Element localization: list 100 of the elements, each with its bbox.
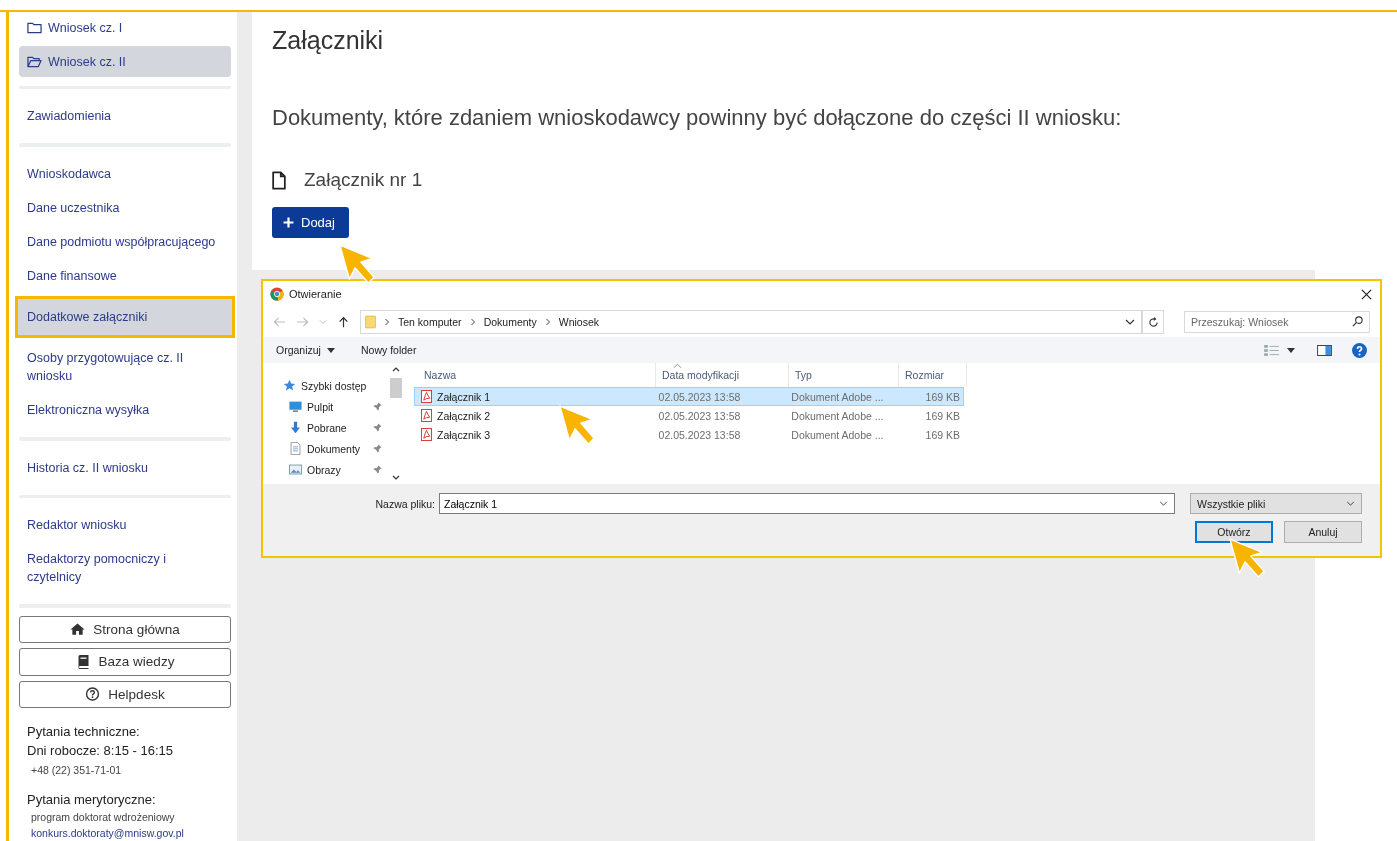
breadcrumb[interactable]: Ten komputer	[398, 316, 462, 328]
file-name: Załącznik 2	[437, 409, 491, 422]
up-arrow-icon[interactable]	[337, 316, 350, 328]
phone-number: +48 (22) 351-71-01	[31, 764, 123, 776]
file-size: 169 KB	[924, 390, 961, 403]
sort-caret-icon[interactable]	[673, 363, 682, 369]
document-icon	[272, 170, 286, 190]
sidebar-item[interactable]: Dane uczestnika	[19, 191, 231, 225]
file-size: 169 KB	[924, 428, 961, 441]
chevron-icon	[544, 318, 551, 326]
image-icon	[289, 463, 302, 476]
cancel-button[interactable]: Anuluj	[1284, 521, 1362, 543]
chevron-icon	[384, 318, 390, 326]
dropdown-caret-icon	[1346, 501, 1355, 506]
scroll-down-icon[interactable]	[392, 475, 400, 480]
folder-nav-item[interactable]: Wniosek cz. II	[19, 46, 231, 77]
sidebar-item[interactable]: Wnioskodawca	[19, 157, 231, 191]
breadcrumb[interactable]: Dokumenty	[483, 316, 537, 328]
close-icon[interactable]	[1361, 288, 1372, 300]
dropdown-caret-icon[interactable]	[326, 347, 335, 353]
organize-menu[interactable]: Organizuj	[276, 344, 321, 356]
refresh-button[interactable]	[1142, 310, 1164, 334]
file-type-dropdown[interactable]: Wszystkie pliki	[1190, 493, 1362, 514]
sidebar-item[interactable]: Zawiadomienia	[19, 99, 231, 134]
add-button[interactable]: Dodaj	[272, 207, 349, 238]
sidebar-item[interactable]: Dane podmiotu współpracującego	[19, 225, 231, 259]
sidebar-item[interactable]: Redaktorzy pomocniczy i czytelnicy	[19, 542, 231, 595]
file-name-label: Nazwa pliku:	[375, 497, 435, 510]
helpdesk-button[interactable]: Helpdesk	[19, 680, 231, 708]
scrollbar-thumb[interactable]	[390, 378, 402, 398]
address-bar[interactable]: Ten komputer Dokumenty Wniosek	[360, 310, 1142, 334]
scroll-up-icon[interactable]	[392, 367, 400, 372]
file-type: Dokument Adobe ...	[790, 409, 885, 422]
view-options-icon[interactable]	[1264, 344, 1279, 356]
home-icon	[70, 622, 86, 637]
pin-icon[interactable]	[373, 402, 382, 411]
file-date: 02.05.2023 13:58	[657, 409, 742, 422]
sidebar-item[interactable]: Dane finansowe	[19, 259, 231, 293]
file-type: Dokument Adobe ...	[790, 428, 885, 441]
document-icon	[289, 442, 302, 455]
knowledge-base-button[interactable]: Baza wiedzy	[19, 648, 231, 676]
folder-icon	[365, 315, 376, 329]
search-icon	[1352, 316, 1363, 327]
search-field[interactable]: Przeszukaj: Wniosek	[1184, 311, 1370, 333]
new-folder-button[interactable]: Nowy folder	[360, 344, 417, 356]
breadcrumb[interactable]: Wniosek	[558, 316, 599, 328]
pdf-file-icon	[421, 409, 432, 422]
navigation-item[interactable]: Dokumenty	[283, 438, 388, 459]
sidebar-item[interactable]: Dodatkowe załączniki	[18, 299, 232, 335]
attachment-name: Załącznik nr 1	[304, 169, 423, 191]
dropdown-caret-icon[interactable]	[1287, 347, 1295, 353]
file-row[interactable]: Załącznik 3 02.05.2023 13:58 Dokument Adobe ... 169 KB	[414, 425, 964, 444]
file-name-field[interactable]: Załącznik 1	[439, 493, 1175, 514]
pdf-file-icon	[421, 390, 432, 403]
sidebar-item[interactable]: Elektroniczna wysyłka	[19, 393, 231, 427]
navigation-item[interactable]: Szybki dostęp	[283, 375, 388, 396]
contact-heading: Pytania techniczne:	[27, 723, 141, 741]
open-button[interactable]: Otwórz	[1195, 521, 1273, 543]
contact-heading: Pytania merytoryczne:	[27, 791, 157, 809]
sidebar-item[interactable]: Osoby przygotowujące cz. II wniosku	[19, 341, 231, 393]
file-date: 02.05.2023 13:58	[657, 390, 742, 403]
help-icon	[85, 687, 101, 702]
home-button[interactable]: Strona główna	[19, 615, 231, 644]
open-folder-icon	[27, 55, 42, 68]
file-date: 02.05.2023 13:58	[657, 428, 742, 441]
chevron-icon	[469, 318, 476, 326]
monitor-icon	[289, 400, 302, 413]
navigation-item[interactable]: Pobrane	[283, 417, 388, 438]
navigation-item[interactable]: Pulpit	[283, 396, 388, 417]
sidebar-item[interactable]: Redaktor wniosku	[19, 508, 231, 543]
preview-pane-icon[interactable]	[1317, 344, 1332, 356]
pin-icon[interactable]	[373, 465, 382, 474]
description: Dokumenty, które zdaniem wnioskodawcy powinny być dołączone do części II wniosku:	[272, 105, 1123, 131]
browser-icon	[270, 287, 284, 301]
pin-icon[interactable]	[373, 423, 382, 432]
dropdown-caret-icon[interactable]	[1125, 319, 1135, 325]
file-type: Dokument Adobe ...	[790, 390, 885, 403]
dialog-title: Otwieranie	[289, 288, 342, 300]
help-icon[interactable]	[1352, 342, 1367, 358]
file-name: Załącznik 3	[437, 428, 491, 441]
email-link[interactable]: konkurs.doktoraty@mnisw.gov.pl	[31, 825, 231, 841]
dropdown-caret-icon	[1159, 501, 1168, 506]
sidebar-item[interactable]: Historia cz. II wniosku	[19, 450, 231, 485]
plus-icon	[283, 217, 294, 228]
file-row[interactable]: Załącznik 1 02.05.2023 13:58 Dokument Adobe ... 169 KB	[414, 387, 964, 406]
book-icon	[75, 654, 91, 669]
program-name: program doktorat wdrożeniowy	[31, 810, 176, 825]
folder-nav-item[interactable]: Wniosek cz. I	[19, 16, 231, 40]
file-row[interactable]: Załącznik 2 02.05.2023 13:58 Dokument Adobe ... 169 KB	[414, 406, 964, 425]
working-hours: Dni robocze: 8:15 - 16:15	[27, 742, 174, 760]
download-arrow-icon	[289, 421, 302, 434]
file-size: 169 KB	[924, 409, 961, 422]
page-title: Załączniki	[272, 26, 385, 55]
navigation-item[interactable]: Obrazy	[283, 459, 388, 480]
refresh-icon	[1147, 316, 1159, 328]
pin-icon[interactable]	[373, 444, 382, 453]
star-icon	[283, 379, 296, 392]
pdf-file-icon	[421, 428, 432, 441]
file-name: Załącznik 1	[437, 390, 491, 403]
folder-icon	[27, 21, 42, 34]
